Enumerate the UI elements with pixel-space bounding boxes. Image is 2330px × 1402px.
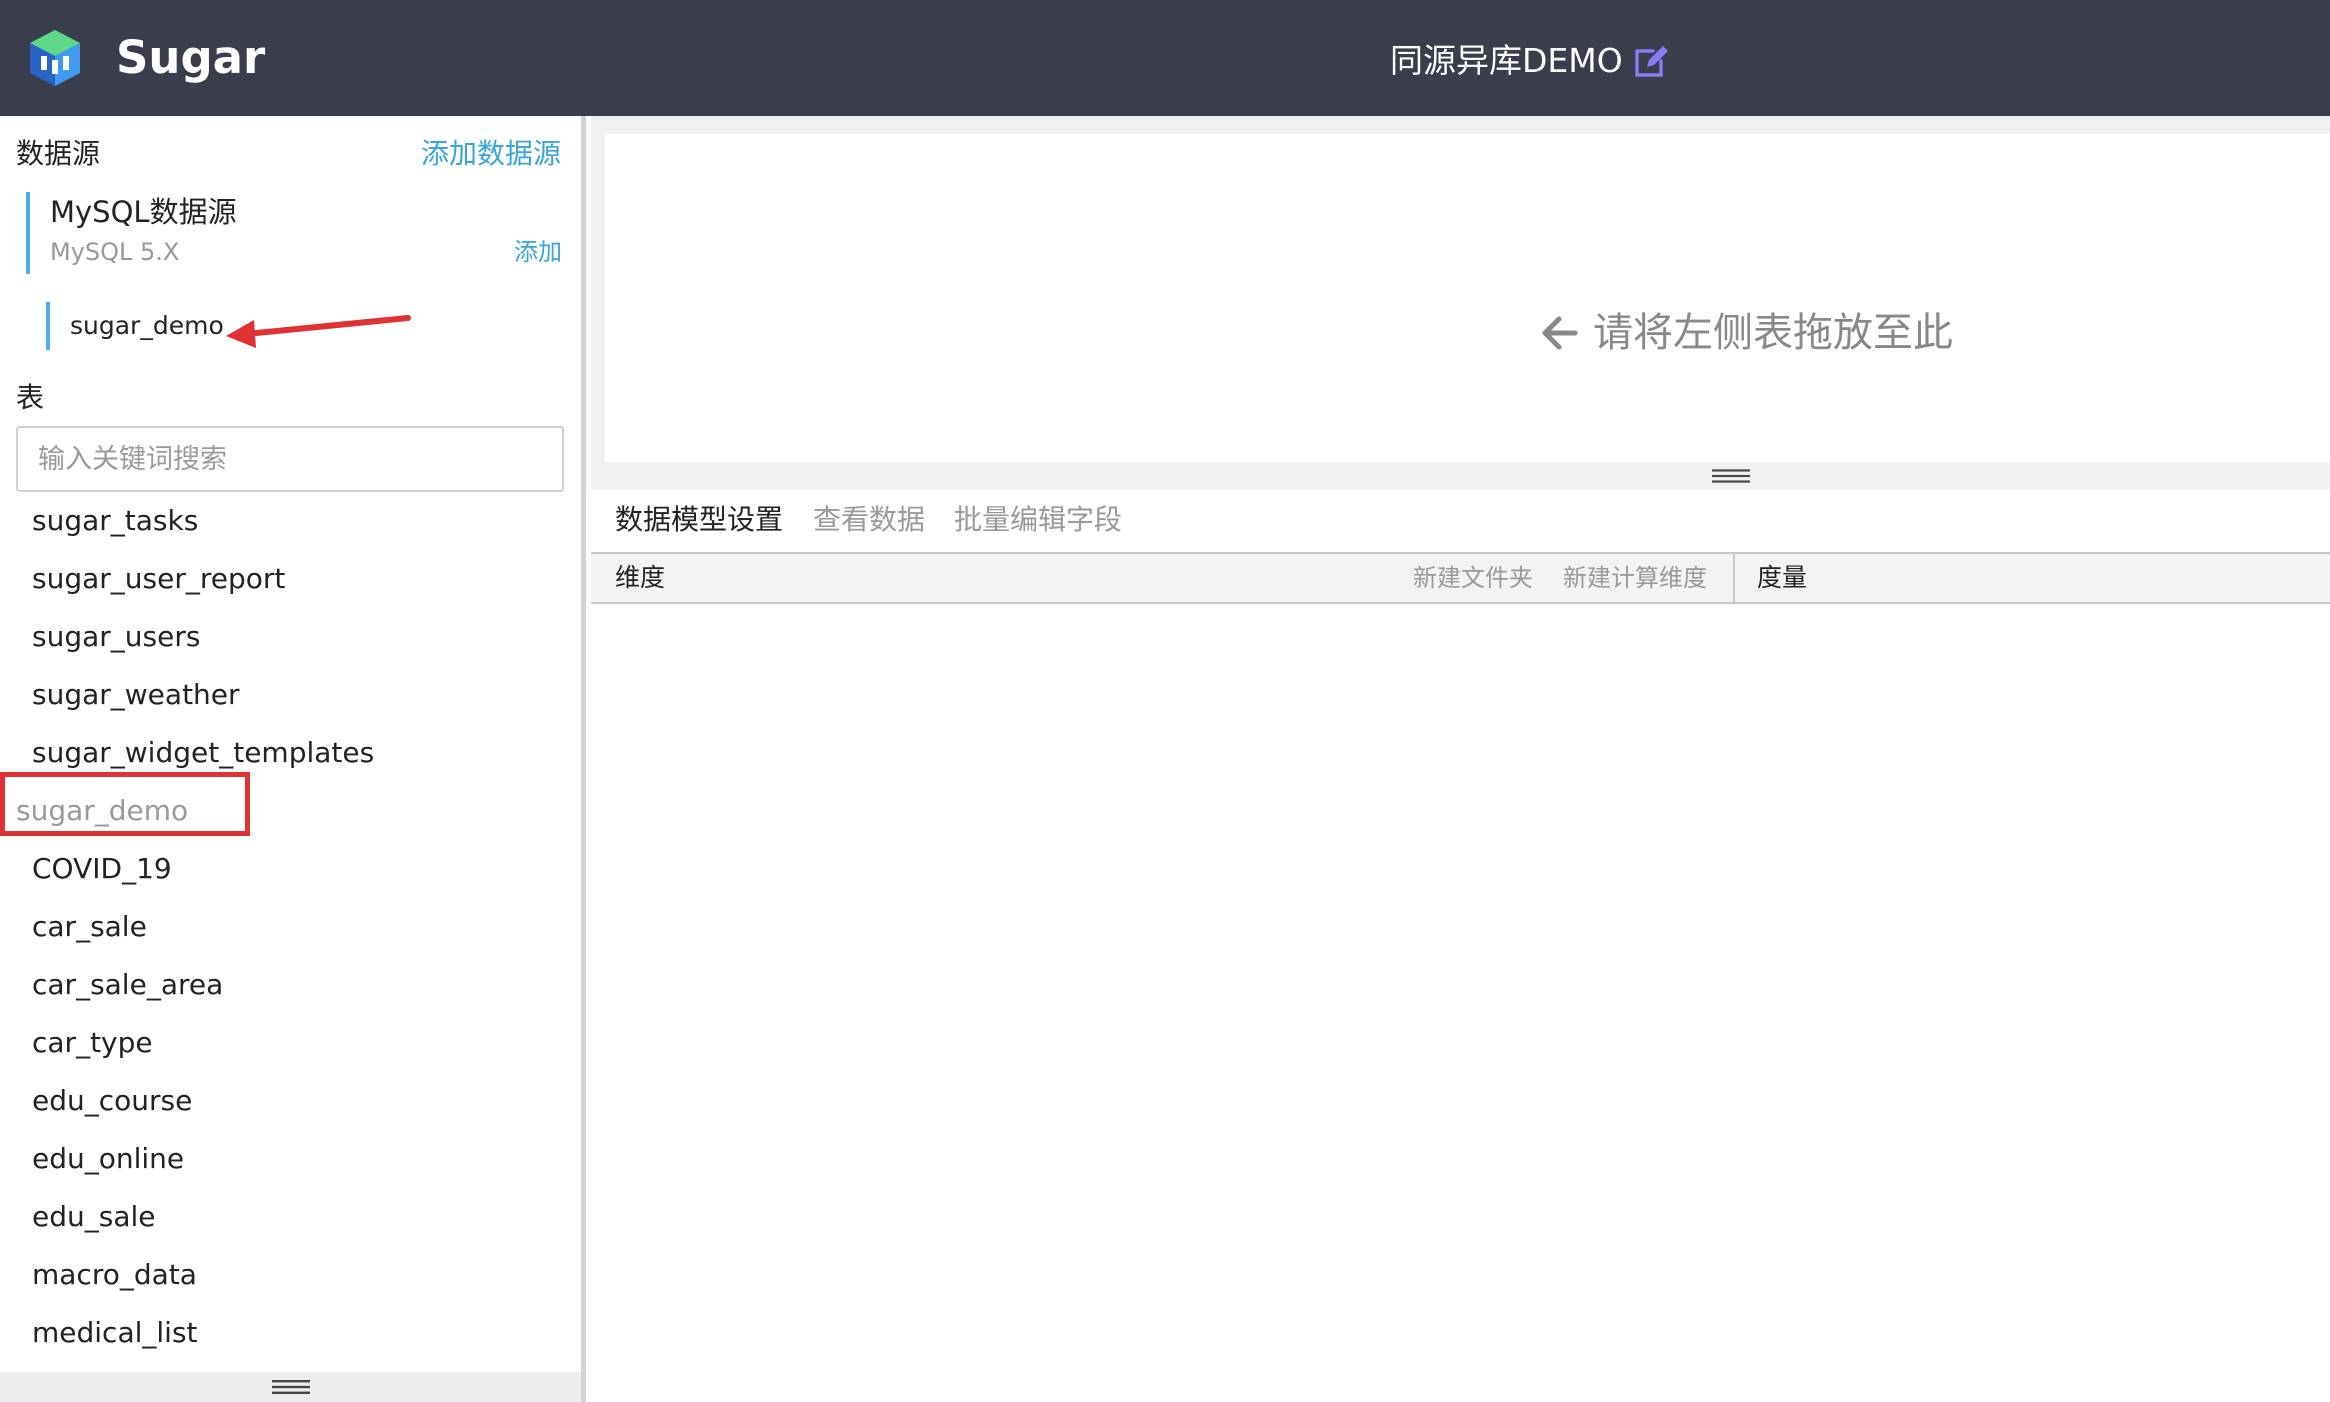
annotation-highlight-box	[0, 772, 250, 836]
tab-view-data[interactable]: 查看数据	[813, 500, 925, 540]
new-calc-dimension-button[interactable]: 新建计算维度	[1563, 560, 1707, 596]
dashboard-title: 同源异库DEMO	[1390, 38, 1669, 84]
field-column-divider	[1733, 554, 1735, 602]
dimension-label: 维度	[615, 563, 666, 592]
table-list-item[interactable]: medical_list	[0, 1304, 580, 1362]
dashboard-title-text: 同源异库DEMO	[1390, 41, 1623, 80]
table-drop-zone[interactable]: 请将左侧表拖放至此	[605, 134, 2330, 462]
table-list-item[interactable]: sugar_user_report	[0, 550, 580, 608]
left-sidebar: 数据源 添加数据源 MySQL数据源 MySQL 5.X 添加 sugar_de…	[0, 116, 586, 1402]
database-item[interactable]: sugar_demo	[46, 302, 224, 350]
add-datasource-link[interactable]: 添加数据源	[421, 134, 561, 174]
canvas-resize-handle[interactable]	[1706, 462, 1756, 490]
table-search-input[interactable]	[16, 426, 564, 492]
annotation-arrow-icon	[226, 315, 411, 348]
model-tabs: 数据模型设置 查看数据 批量编辑字段	[591, 490, 2330, 552]
app-header: Sugar 同源异库DEMO	[0, 0, 2330, 116]
table-list-item[interactable]: edu_course	[0, 1072, 580, 1130]
drop-hint: 请将左侧表拖放至此	[1539, 305, 1953, 361]
table-list-item[interactable]: sugar_weather	[0, 666, 580, 724]
drag-handle-icon	[271, 1380, 310, 1394]
table-list-item[interactable]: edu_sale	[0, 1188, 580, 1246]
table-list: sugar_tasks sugar_user_report sugar_user…	[0, 492, 580, 1362]
table-list-item[interactable]: car_type	[0, 1014, 580, 1072]
table-list-item[interactable]: car_sale	[0, 898, 580, 956]
sugar-logo-icon	[30, 30, 80, 86]
new-folder-button[interactable]: 新建文件夹	[1413, 560, 1533, 596]
datasource-card[interactable]: MySQL数据源 MySQL 5.X 添加	[26, 192, 566, 274]
measure-label: 度量	[1757, 563, 1808, 592]
arrow-left-icon	[1542, 316, 1578, 350]
field-header-bar: 维度 新建文件夹 新建计算维度 度量	[591, 552, 2330, 604]
table-list-item[interactable]: macro_data	[0, 1246, 580, 1304]
datasource-name: MySQL数据源	[50, 195, 237, 229]
tab-batch-edit-fields[interactable]: 批量编辑字段	[954, 500, 1122, 540]
drop-hint-text: 请将左侧表拖放至此	[1593, 310, 1953, 356]
edit-icon[interactable]	[1633, 43, 1669, 79]
model-canvas: 请将左侧表拖放至此	[591, 116, 2330, 490]
table-list-item[interactable]: edu_online	[0, 1130, 580, 1188]
brand-name: Sugar	[116, 31, 266, 84]
sidebar-resize-handle[interactable]	[0, 1372, 581, 1402]
datasource-add-link[interactable]: 添加	[514, 236, 562, 268]
tab-model-settings[interactable]: 数据模型设置	[615, 500, 783, 540]
datasource-version: MySQL 5.X	[50, 238, 180, 266]
drag-handle-icon	[1712, 469, 1750, 483]
table-list-item[interactable]: sugar_users	[0, 608, 580, 666]
tables-section-label: 表	[16, 381, 45, 414]
table-list-item[interactable]: COVID_19	[0, 840, 580, 898]
datasource-section-label: 数据源	[16, 137, 101, 170]
main-area: 请将左侧表拖放至此 数据模型设置 查看数据 批量编辑字段 维度 新建文件夹 新建…	[591, 116, 2330, 1402]
table-list-item[interactable]: sugar_tasks	[0, 492, 580, 550]
table-list-item[interactable]: car_sale_area	[0, 956, 580, 1014]
